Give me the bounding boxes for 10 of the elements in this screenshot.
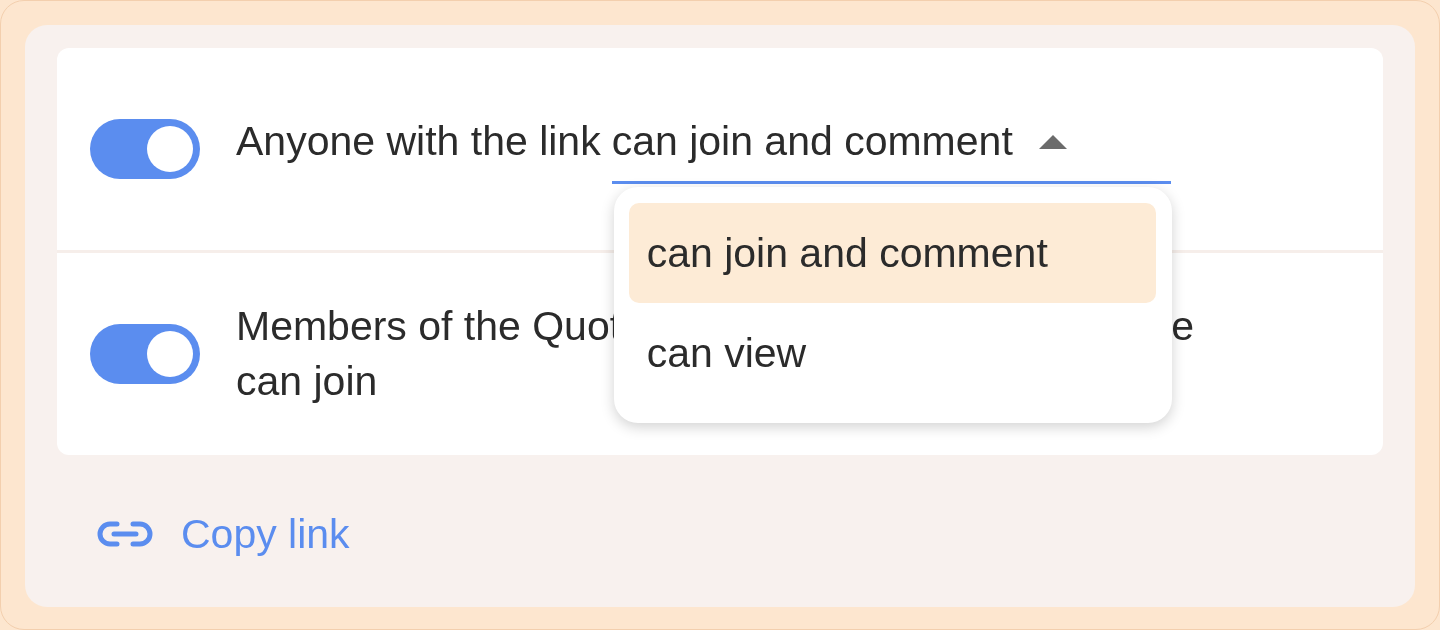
link-icon bbox=[95, 519, 155, 549]
caret-icon bbox=[1038, 134, 1067, 149]
menu-item[interactable]: can view bbox=[628, 303, 1156, 403]
setting-label: e bbox=[1171, 302, 1194, 351]
permission-dropdown[interactable]: can join and comment bbox=[611, 114, 1171, 184]
setting-label: can join bbox=[236, 357, 378, 406]
menu-item[interactable]: can join and comment bbox=[628, 203, 1156, 303]
toggle-switch[interactable] bbox=[90, 119, 200, 179]
toggle-switch[interactable] bbox=[90, 324, 200, 384]
setting-label: Anyone with the link bbox=[236, 117, 601, 166]
